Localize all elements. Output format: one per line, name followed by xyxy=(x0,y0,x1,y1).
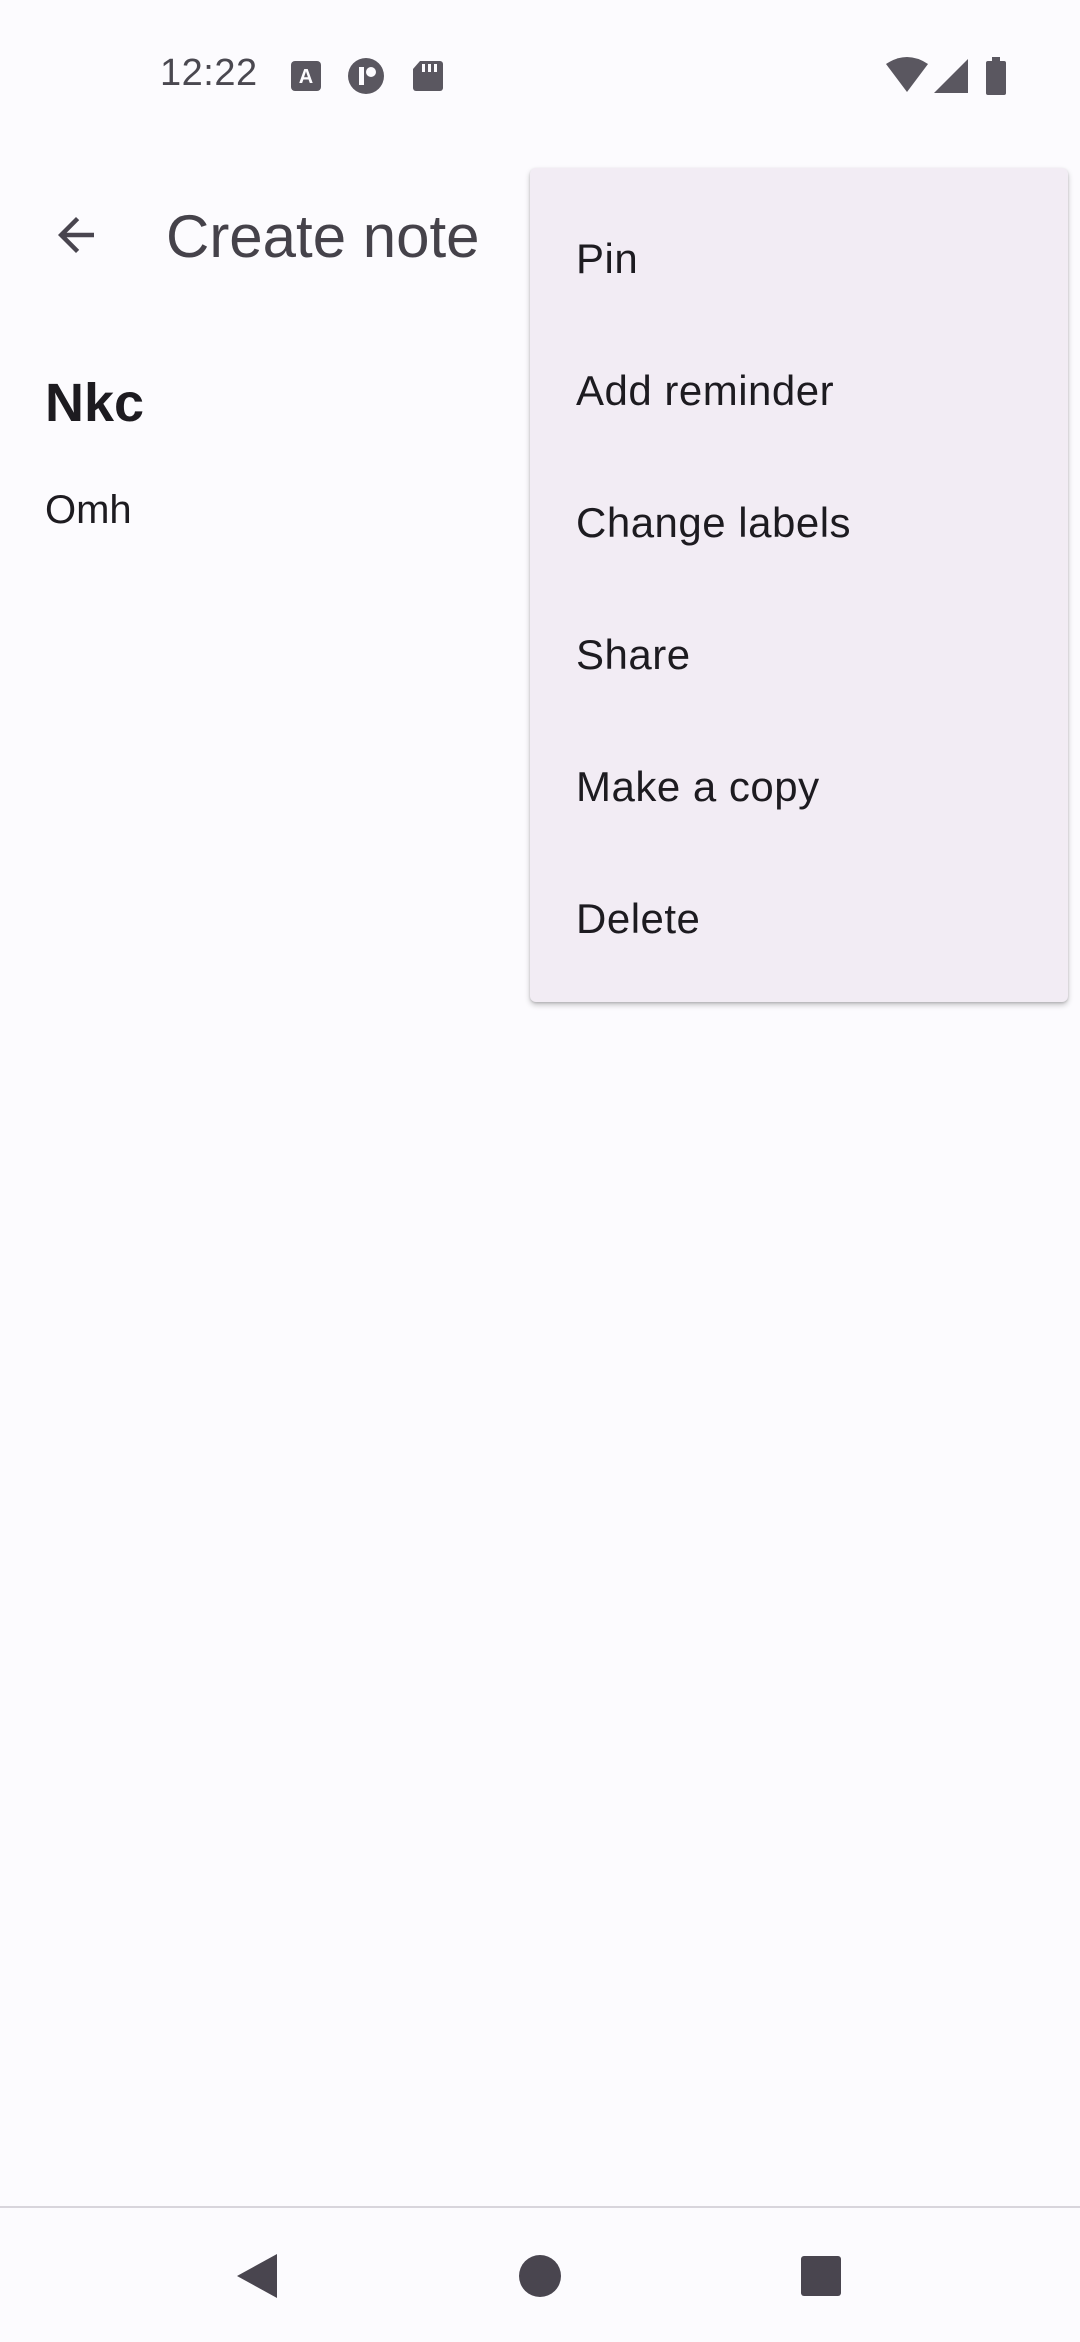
menu-item-label: Share xyxy=(576,631,691,678)
menu-item-make-a-copy[interactable]: Make a copy xyxy=(530,721,1068,853)
back-triangle-icon xyxy=(237,2254,277,2298)
menu-item-label: Delete xyxy=(576,895,701,942)
recents-square-icon xyxy=(801,2256,841,2296)
nav-recents-button[interactable] xyxy=(773,2228,869,2324)
menu-item-label: Change labels xyxy=(576,499,852,546)
navigation-bar xyxy=(0,2206,1080,2342)
nav-back-button[interactable] xyxy=(209,2228,305,2324)
menu-item-pin[interactable]: Pin xyxy=(530,193,1068,325)
note-body[interactable]: Omh xyxy=(45,488,132,533)
status-bar: 12:22 A xyxy=(0,0,1080,150)
page-title: Create note xyxy=(166,203,480,270)
menu-item-label: Pin xyxy=(576,235,639,282)
home-circle-icon xyxy=(519,2255,561,2297)
svg-text:A: A xyxy=(299,66,313,88)
menu-item-delete[interactable]: Delete xyxy=(530,853,1068,985)
back-button[interactable] xyxy=(36,195,116,275)
notification-a-icon: A xyxy=(291,61,321,91)
menu-item-add-reminder[interactable]: Add reminder xyxy=(530,325,1068,457)
overflow-menu: Pin Add reminder Change labels Share Mak… xyxy=(530,168,1068,1002)
status-time: 12:22 xyxy=(160,52,258,94)
sd-card-icon xyxy=(413,61,443,91)
wifi-icon xyxy=(886,57,928,92)
menu-item-share[interactable]: Share xyxy=(530,589,1068,721)
menu-item-change-labels[interactable]: Change labels xyxy=(530,457,1068,589)
menu-item-label: Add reminder xyxy=(576,367,835,414)
battery-icon xyxy=(986,57,1006,95)
nav-home-button[interactable] xyxy=(492,2228,588,2324)
signal-icon xyxy=(934,59,968,93)
menu-item-label: Make a copy xyxy=(576,763,820,810)
note-title[interactable]: Nkc xyxy=(45,372,144,434)
notification-circle-icon xyxy=(348,58,384,94)
arrow-left-icon xyxy=(58,217,94,253)
